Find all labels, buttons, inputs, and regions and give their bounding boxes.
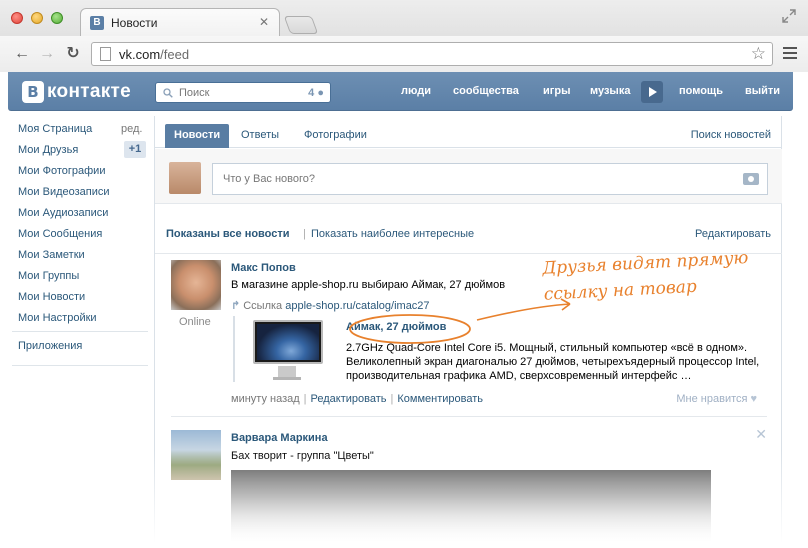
like-button[interactable]: Мне нравится ♥ <box>676 393 757 405</box>
link-label: Ссылка <box>243 300 283 312</box>
tab-replies[interactable]: Ответы <box>232 124 288 148</box>
avatar[interactable] <box>169 162 201 194</box>
tab-photos[interactable]: Фотографии <box>295 124 376 148</box>
camera-icon[interactable] <box>743 173 759 185</box>
sidebar-item-groups[interactable]: Мои Группы <box>18 270 79 282</box>
annotation-text: Друзья видят прямую ссылку на товар <box>541 247 749 305</box>
url-text[interactable]: vk.com/feed <box>119 47 189 62</box>
attachment-bar <box>233 316 235 382</box>
new-post-input[interactable]: Что у Вас нового? <box>212 163 768 195</box>
tab-close-icon[interactable]: ✕ <box>259 15 269 29</box>
feed-filter: Показаны все новости | Показать наиболее… <box>155 204 782 254</box>
post-edit-link[interactable]: Редактировать <box>311 393 387 405</box>
maximize-window-button[interactable] <box>51 12 63 24</box>
nav-music[interactable]: музыка <box>590 85 630 97</box>
link-url[interactable]: apple-shop.ru/catalog/imac27 <box>285 300 429 312</box>
nav-communities[interactable]: сообщества <box>453 85 519 97</box>
close-window-button[interactable] <box>11 12 23 24</box>
post-time[interactable]: минуту назад <box>231 393 300 405</box>
search-count: 4 ● <box>308 87 324 99</box>
play-icon[interactable] <box>641 81 663 103</box>
like-label: Мне нравится <box>676 393 748 405</box>
sidebar-item-apps[interactable]: Приложения <box>18 340 82 352</box>
browser-window: В Новости ✕ ← → ↻ vk.com/feed ☆ В контак… <box>0 0 808 548</box>
online-status: Online <box>179 316 211 328</box>
new-tab-button[interactable] <box>283 16 319 34</box>
filter-all-news[interactable]: Показаны все новости <box>166 228 290 240</box>
user-icon: ● <box>317 87 324 99</box>
reload-button[interactable]: ↻ <box>63 44 83 64</box>
browser-toolbar: ← → ↻ vk.com/feed ☆ <box>0 36 808 72</box>
filter-interesting[interactable]: Показать наиболее интересные <box>311 228 474 240</box>
vk-favicon-icon: В <box>90 16 104 30</box>
browser-menu-icon[interactable] <box>783 47 797 61</box>
forward-button[interactable]: → <box>37 44 57 64</box>
sidebar-item-notes[interactable]: Мои Заметки <box>18 249 85 261</box>
vk-logo-text: контакте <box>47 81 131 102</box>
tab-title: Новости <box>111 16 158 30</box>
search-icon <box>163 88 173 98</box>
separator: | <box>303 228 306 240</box>
sidebar-item-photos[interactable]: Мои Фотографии <box>18 165 105 177</box>
sidebar-item-news[interactable]: Мои Новости <box>18 291 85 303</box>
minimize-window-button[interactable] <box>31 12 43 24</box>
edit-link[interactable]: ред. <box>121 123 142 135</box>
back-button[interactable]: ← <box>12 44 32 64</box>
sidebar-divider <box>12 331 148 332</box>
url-path: /feed <box>160 47 190 62</box>
close-icon[interactable]: ✕ <box>755 426 767 443</box>
sidebar-item-friends[interactable]: Мои Друзья <box>18 144 78 156</box>
post-meta: минуту назад | Редактировать | Комментироват… <box>231 393 484 405</box>
feed-tabs: Новости Ответы Фотографии Поиск новостей <box>155 116 782 148</box>
nav-help[interactable]: помощь <box>679 85 723 97</box>
url-host: vk.com <box>119 47 161 62</box>
post-author[interactable]: Макс Попов <box>231 262 296 274</box>
author-avatar[interactable] <box>171 430 221 480</box>
heart-icon: ♥ <box>750 393 757 405</box>
new-post-placeholder: Что у Вас нового? <box>223 173 316 185</box>
search-input[interactable]: Поиск 4 ● <box>155 82 331 103</box>
tab-news[interactable]: Новости <box>165 124 230 148</box>
post-image[interactable] <box>231 470 711 548</box>
post-author[interactable]: Варвара Маркина <box>231 432 328 444</box>
sidebar-item-audio[interactable]: Мои Аудиозаписи <box>18 207 108 219</box>
imac-image[interactable] <box>251 320 327 382</box>
feed-column: Новости Ответы Фотографии Поиск новостей… <box>154 116 782 548</box>
bookmark-star-icon[interactable]: ☆ <box>751 44 766 64</box>
search-placeholder: Поиск <box>179 87 210 99</box>
sidebar-item-messages[interactable]: Мои Сообщения <box>18 228 102 240</box>
new-post-box: Что у Вас нового? <box>155 149 782 204</box>
sidebar-item-videos[interactable]: Мои Видеозаписи <box>18 186 110 198</box>
nav-games[interactable]: игры <box>543 85 570 97</box>
search-news-link[interactable]: Поиск новостей <box>691 129 771 141</box>
sidebar-divider <box>12 365 148 366</box>
attachment-title[interactable]: Аймак, 27 дюймов <box>346 321 446 333</box>
author-avatar[interactable] <box>171 260 221 310</box>
filter-edit-link[interactable]: Редактировать <box>695 228 771 240</box>
post-text: Бах творит - группа "Цветы" <box>231 450 374 462</box>
post-divider <box>171 416 767 417</box>
sidebar-item-settings[interactable]: Мои Настройки <box>18 312 97 324</box>
friends-badge[interactable]: +1 <box>124 141 146 158</box>
fullscreen-icon[interactable] <box>782 9 796 23</box>
address-bar[interactable]: vk.com/feed ☆ <box>91 42 773 66</box>
page-icon <box>100 47 111 61</box>
sidebar-item-my-page[interactable]: Моя Страница <box>18 123 92 135</box>
post-comment-link[interactable]: Комментировать <box>397 393 483 405</box>
nav-people[interactable]: люди <box>401 85 431 97</box>
vk-header: В контакте Поиск 4 ● люди сообщества игр… <box>8 72 793 111</box>
nav-logout[interactable]: выйти <box>745 85 780 97</box>
attachment-description: 2.7GHz Quad-Core Intel Core i5. Мощный, … <box>346 342 760 382</box>
browser-tab[interactable]: В Новости ✕ <box>80 8 280 36</box>
post-link[interactable]: ↱ Ссылка apple-shop.ru/catalog/imac27 <box>231 299 430 312</box>
post-text: В магазине apple-shop.ru выбираю Аймак, … <box>231 279 506 291</box>
vk-logo-icon: В <box>22 81 44 103</box>
link-arrow-icon: ↱ <box>231 300 241 312</box>
